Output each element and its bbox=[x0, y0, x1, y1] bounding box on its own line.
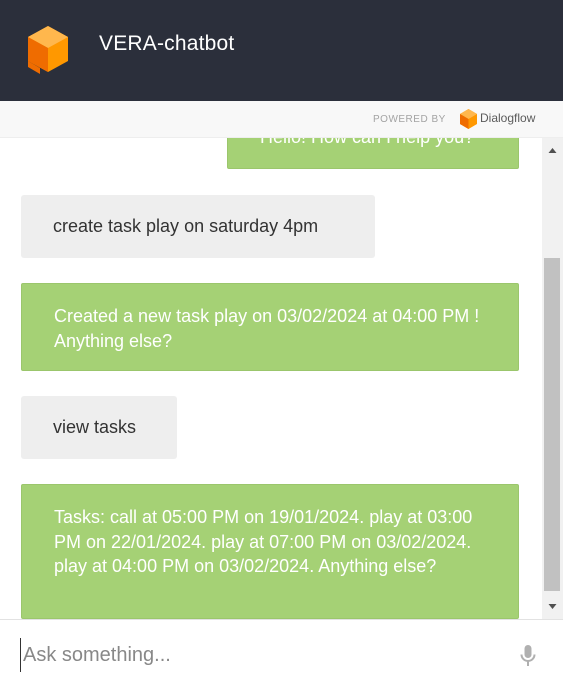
bot-message-text: Created a new task play on 03/02/2024 at… bbox=[54, 306, 480, 351]
chat-scrollbar[interactable] bbox=[542, 138, 563, 619]
bot-message-text: Tasks: call at 05:00 PM on 19/01/2024. p… bbox=[54, 507, 473, 576]
message-input[interactable] bbox=[20, 638, 500, 672]
bot-message: Tasks: call at 05:00 PM on 19/01/2024. p… bbox=[21, 484, 519, 619]
message-input-bar bbox=[0, 619, 563, 689]
bot-message: Hello! How can I help you? bbox=[227, 138, 519, 169]
bot-message-text: Hello! How can I help you? bbox=[260, 138, 474, 147]
scroll-up-arrow-icon[interactable] bbox=[542, 138, 563, 162]
user-message: view tasks bbox=[21, 396, 177, 459]
microphone-icon[interactable] bbox=[519, 644, 537, 668]
powered-by-bar: POWERED BY bbox=[0, 101, 563, 138]
chat-message-list[interactable]: Hello! How can I help you? create task p… bbox=[0, 138, 542, 619]
user-message: create task play on saturday 4pm bbox=[21, 195, 375, 258]
scroll-down-arrow-icon[interactable] bbox=[542, 595, 563, 619]
chat-title: VERA-chatbot bbox=[99, 32, 235, 55]
dialogflow-brand-link[interactable]: Dialogflow bbox=[480, 111, 535, 125]
user-message-text: create task play on saturday 4pm bbox=[53, 216, 319, 236]
chat-header: VERA-chatbot bbox=[0, 0, 563, 101]
scrollbar-thumb[interactable] bbox=[544, 258, 560, 591]
user-message-text: view tasks bbox=[53, 417, 137, 437]
dialogflow-logo-icon[interactable] bbox=[460, 109, 477, 129]
powered-by-label: POWERED BY bbox=[373, 114, 446, 125]
dialogflow-cube-icon bbox=[28, 26, 68, 74]
bot-message: Created a new task play on 03/02/2024 at… bbox=[21, 283, 519, 371]
